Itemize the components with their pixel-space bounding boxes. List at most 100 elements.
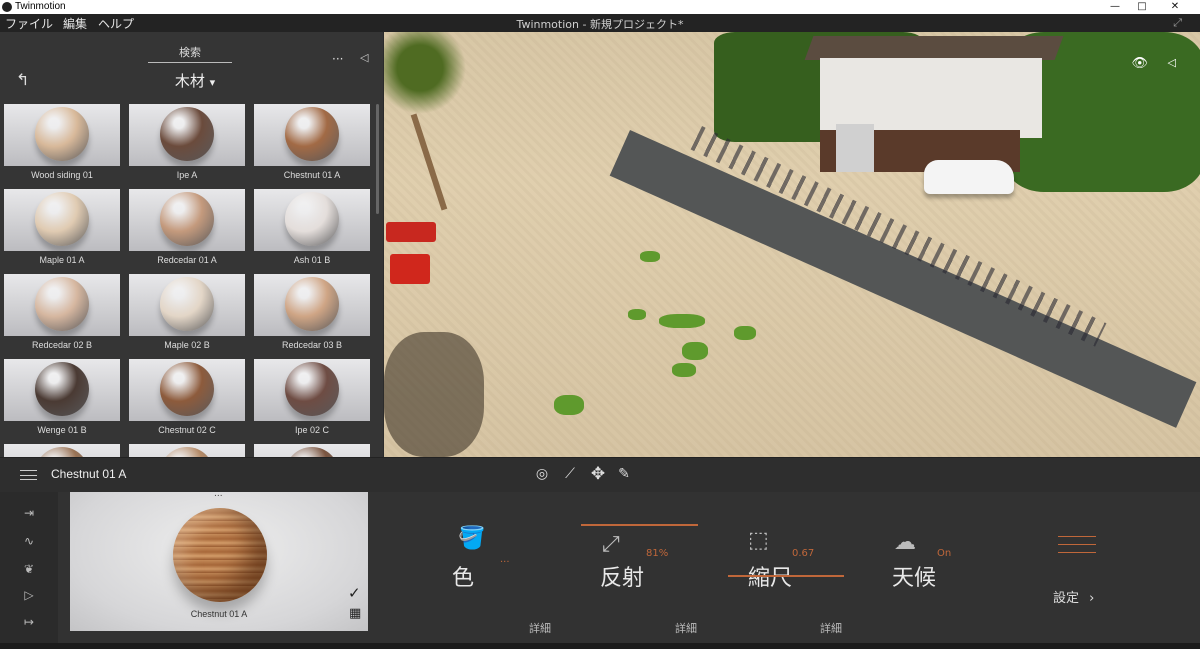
preview-more-button[interactable]: ... [214,489,223,499]
material-tile[interactable]: Wenge 01 B [4,359,120,435]
settings-button[interactable]: 設定 › [1053,587,1094,606]
property-reflection-value: 81% [646,548,669,559]
material-tile[interactable] [129,444,245,457]
property-scale-value: 0.67 [792,548,815,559]
maximize-button[interactable]: □ [1130,0,1154,14]
chevron-down-icon: ▾ [209,76,216,89]
category-dropdown[interactable]: 木材 ▾ [160,70,230,91]
red-sofa-2 [390,254,430,284]
property-color[interactable]: 🪣 色 ... [452,522,572,602]
library-scrollbar[interactable] [376,104,379,214]
house-roof [804,36,1064,60]
material-sphere-icon [160,362,214,416]
close-button[interactable]: ✕ [1163,0,1187,14]
property-weather[interactable]: ☁ 天候 On [892,522,1012,602]
material-thumbnail [129,274,245,336]
material-sphere-icon [35,362,89,416]
select-icon[interactable]: ◎ [532,466,552,484]
detail-scale-button[interactable]: 詳細 [820,620,842,636]
material-thumbnail [254,189,370,251]
property-scale[interactable]: ⬚ 縮尺 0.67 [748,522,868,602]
menu-help[interactable]: ヘルプ [98,15,134,32]
bush [640,251,660,262]
material-sphere-icon [285,107,339,161]
material-preview[interactable]: ... Chestnut 01 A ✓ ▦ [70,489,368,631]
export-icon[interactable]: ↦ [18,615,40,631]
material-tile[interactable]: Redcedar 01 A [129,189,245,265]
waveform-icon[interactable]: ∿ [18,534,40,550]
media-icon[interactable]: ▷ [18,588,40,604]
leaf-icon[interactable]: ❦ [18,562,40,578]
material-tile[interactable]: Ipe 02 C [254,359,370,435]
material-tile[interactable]: Chestnut 02 C [129,359,245,435]
eye-icon[interactable]: 👁 [1131,56,1148,71]
expand-icon[interactable]: ⤢ [1173,16,1182,30]
hamburger-menu-icon[interactable] [20,470,37,480]
material-tile[interactable]: Chestnut 01 A [254,104,370,180]
material-tile[interactable]: Redcedar 03 B [254,274,370,350]
menu-edit[interactable]: 編集 [63,15,87,32]
material-thumbnail [129,189,245,251]
material-sphere-icon [160,447,214,457]
window-app-name: Twinmotion [15,1,66,12]
bush [659,314,705,328]
properties-panel: ⇥ ∿ ❦ ▷ ↦ ... Chestnut 01 A ✓ ▦ 🪣 色 ... … [0,489,1200,649]
property-reflection[interactable]: ⤢ 反射 81% [600,522,720,602]
material-tile[interactable] [254,444,370,457]
3d-viewport[interactable]: 👁 ◁ [384,32,1200,457]
eyedropper-icon[interactable]: ✎ [614,466,634,484]
settings-label: 設定 [1053,591,1080,606]
collapse-right-icon[interactable]: ◁ [1168,56,1176,69]
toolbar: Chestnut 01 A ◎ ⟋ ✥ ✎ [0,457,1200,492]
material-tile[interactable]: Ipe A [129,104,245,180]
material-sphere-icon [285,277,339,331]
preview-label: Chestnut 01 A [190,609,248,619]
material-thumbnail [4,359,120,421]
material-label: Ash 01 B [293,255,331,265]
category-label: 木材 [174,72,205,90]
scale-slider[interactable] [728,575,844,577]
material-tile[interactable]: Redcedar 02 B [4,274,120,350]
material-thumbnail [4,104,120,166]
material-thumbnail [254,104,370,166]
material-label: Wenge 01 B [37,425,87,435]
back-arrow-icon[interactable]: ↰ [16,70,29,89]
material-tile[interactable]: Ash 01 B [254,189,370,265]
chevron-right-icon: › [1089,591,1095,606]
settings-sliders-icon[interactable] [1058,536,1096,560]
material-tile[interactable] [4,444,120,457]
property-color-value: ... [500,554,510,565]
paint-icon[interactable]: ⟋ [560,466,580,484]
menu-file[interactable]: ファイル [5,15,53,32]
material-label: Redcedar 02 B [31,340,93,350]
material-tile[interactable]: Maple 02 B [129,274,245,350]
search-button[interactable]: 検索 [148,44,232,63]
move-icon[interactable]: ✥ [588,464,608,484]
check-icon[interactable]: ✓ [348,584,361,602]
material-sphere-icon [160,192,214,246]
bush [672,363,696,377]
material-thumbnail [254,359,370,421]
import-icon[interactable]: ⇥ [18,506,40,522]
property-reflection-label: 反射 [600,566,645,591]
detail-reflection-button[interactable]: 詳細 [675,620,697,636]
car [924,160,1014,194]
window-title-bar: Twinmotion — □ ✕ [0,0,1200,14]
garage-door [836,124,874,172]
more-options-button[interactable]: ··· [332,52,343,66]
property-weather-label: 天候 [892,566,937,591]
material-sphere-icon [160,107,214,161]
material-thumbnail [254,274,370,336]
selected-material-name: Chestnut 01 A [51,467,127,481]
detail-color-button[interactable]: 詳細 [529,620,551,636]
collapse-panel-icon[interactable]: ◁ [360,51,368,64]
side-navigation: ⇥ ∿ ❦ ▷ ↦ [0,492,58,649]
material-tile[interactable]: Maple 01 A [4,189,120,265]
minimize-button[interactable]: — [1103,0,1127,14]
grid-icon[interactable]: ▦ [349,606,361,621]
library-panel: 検索 ··· ◁ ↰ 木材 ▾ Wood siding 01 Ipe A Chest… [0,32,383,457]
material-sphere-icon [35,192,89,246]
red-sofa [386,222,436,242]
material-label: Ipe A [176,170,198,180]
material-tile[interactable]: Wood siding 01 [4,104,120,180]
